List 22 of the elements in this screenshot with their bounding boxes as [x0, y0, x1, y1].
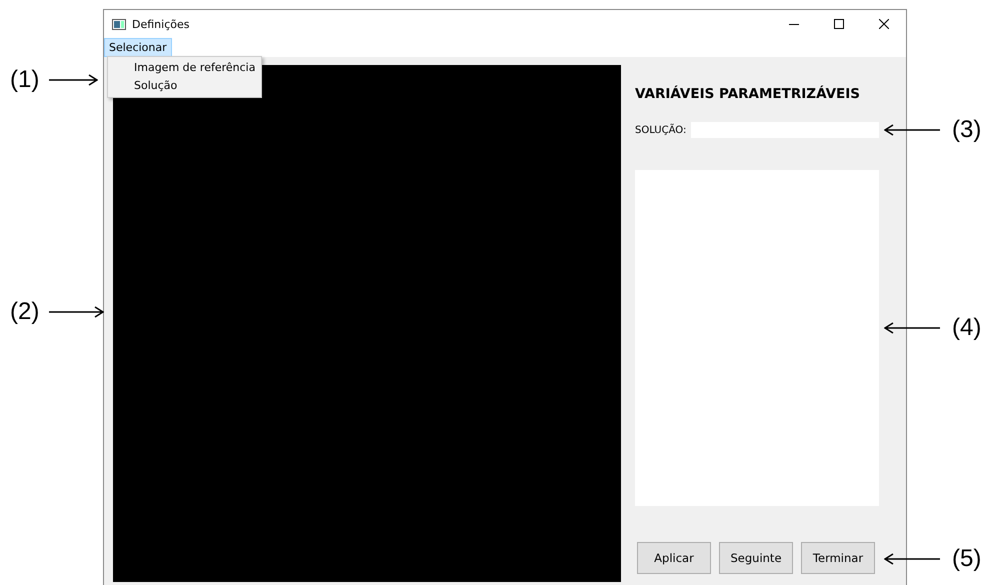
maximize-icon[interactable] — [834, 19, 844, 29]
callout-label: (3) — [952, 117, 982, 143]
panel-title: VARIÁVEIS PARAMETRIZÁVEIS — [635, 86, 862, 102]
action-button[interactable]: Aplicar — [637, 542, 711, 574]
callout-label: (2) — [10, 299, 40, 325]
solution-label: SOLUÇÃO: — [635, 124, 686, 136]
callout-label: (4) — [952, 315, 982, 341]
leader-arrow — [884, 322, 940, 334]
leader-arrow — [49, 74, 98, 86]
menu-item[interactable]: Selecionar — [104, 38, 172, 57]
callout-label: (5) — [952, 546, 982, 572]
close-icon[interactable] — [878, 19, 888, 29]
app-icon — [112, 18, 126, 30]
action-button[interactable]: Seguinte — [719, 542, 793, 574]
dropdown-item[interactable]: Imagem de referência — [108, 59, 261, 77]
leader-arrow — [884, 124, 940, 136]
dropdown-item[interactable]: Solução — [108, 77, 261, 95]
leader-arrow — [884, 553, 940, 565]
window-title: Definições — [132, 18, 190, 30]
action-button[interactable]: Terminar — [801, 542, 875, 574]
callout-label: (1) — [10, 67, 40, 93]
leader-arrow — [49, 306, 104, 318]
